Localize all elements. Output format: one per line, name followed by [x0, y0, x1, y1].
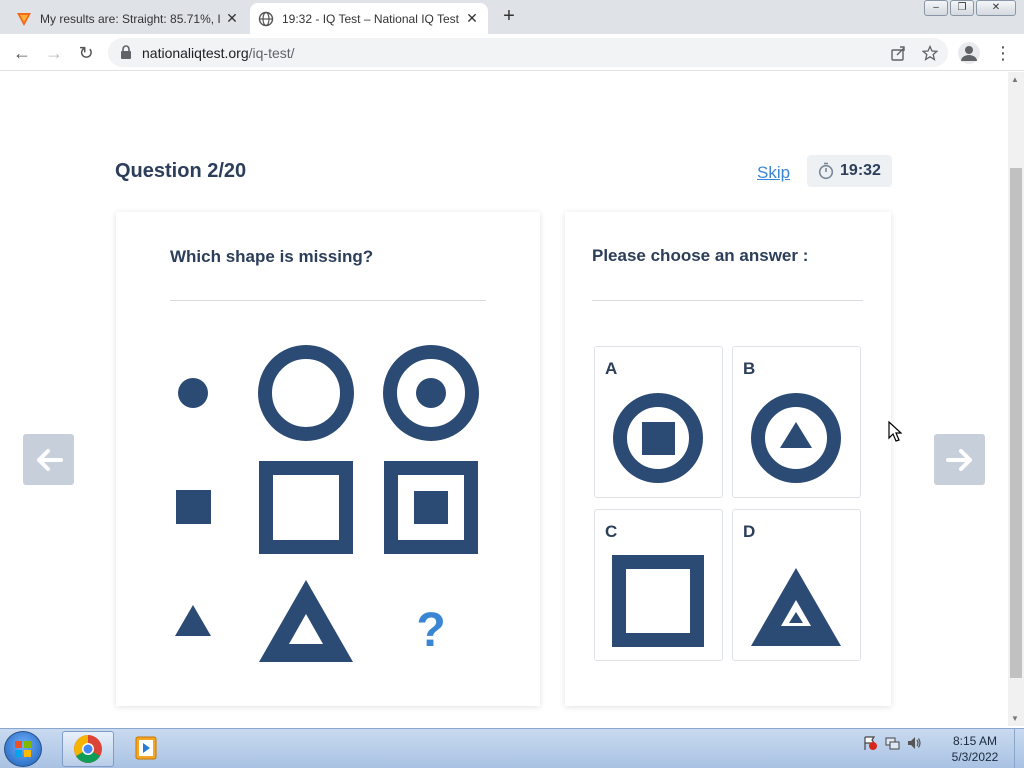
previous-question-button[interactable]	[23, 434, 74, 485]
browser-menu-icon[interactable]: ⋮	[994, 41, 1012, 65]
scroll-down-icon[interactable]: ▼	[1011, 714, 1019, 723]
puzzle-inner-square	[414, 491, 448, 524]
puzzle-small-dot	[178, 378, 208, 408]
square-outline-shape	[612, 555, 704, 647]
timer: 19:32	[807, 155, 892, 187]
share-icon[interactable]	[890, 45, 906, 61]
url-text: nationaliqtest.org/iq-test/	[142, 45, 295, 61]
volume-icon[interactable]	[906, 735, 922, 751]
bookmark-star-icon[interactable]	[922, 45, 938, 61]
puzzle-square-outline	[259, 461, 353, 554]
lock-icon	[121, 45, 131, 59]
mouse-cursor-icon	[888, 421, 902, 442]
url-path: /iq-test/	[248, 45, 295, 61]
close-tab-icon[interactable]: ✕	[464, 10, 480, 27]
new-tab-button[interactable]: +	[498, 6, 520, 28]
scrollbar-thumb[interactable]	[1010, 168, 1022, 678]
answer-letter: D	[743, 522, 756, 541]
ring-with-square-shape	[613, 393, 703, 483]
forward-arrow-icon[interactable]: →	[42, 41, 66, 65]
show-desktop-button[interactable]	[1014, 729, 1024, 768]
chrome-icon	[74, 735, 102, 763]
divider	[592, 300, 863, 301]
question-counter: Question 2/20	[115, 160, 247, 182]
minimize-button[interactable]: –	[924, 0, 948, 16]
puzzle-ring	[258, 345, 354, 441]
triangle-in-triangle-shape	[751, 568, 841, 646]
clock-time: 8:15 AM	[952, 734, 998, 748]
skip-link[interactable]: Skip	[757, 163, 790, 183]
taskbar-clock[interactable]: 8:15 AM 5/3/2022	[942, 733, 1008, 765]
tab-strip: My results are: Straight: 85.71%, I ✕ 19…	[0, 0, 1024, 34]
profile-avatar-icon[interactable]	[958, 42, 980, 64]
network-icon[interactable]	[884, 735, 900, 751]
address-bar[interactable]: nationaliqtest.org/iq-test/	[108, 38, 948, 67]
answer-option-a[interactable]: A	[594, 346, 723, 498]
brave-lion-icon	[17, 12, 31, 26]
next-question-button[interactable]	[934, 434, 985, 485]
answer-letter: A	[605, 359, 618, 378]
tab-title: 19:32 - IQ Test – National IQ Test	[282, 11, 459, 26]
windows-logo-icon	[15, 741, 31, 757]
start-button[interactable]	[4, 731, 42, 767]
tab-iq-test[interactable]: 19:32 - IQ Test – National IQ Test ✕	[250, 3, 488, 34]
answer-letter: B	[743, 359, 756, 378]
stopwatch-icon	[818, 162, 834, 180]
reload-icon[interactable]: ↻	[74, 41, 98, 65]
system-tray	[862, 735, 922, 751]
arrow-right-icon	[945, 448, 972, 471]
arrow-left-icon	[36, 448, 63, 471]
taskbar-chrome[interactable]	[62, 731, 114, 767]
window-controls: – ❐ ✕	[924, 0, 1016, 16]
answer-option-b[interactable]: B	[732, 346, 861, 498]
browser-toolbar: ← → ↻ nationaliqtest.org/iq-test/ ⋮	[0, 34, 1024, 71]
tab-title: My results are: Straight: 85.71%, I	[40, 11, 221, 26]
missing-question-mark: ?	[416, 604, 445, 657]
puzzle-small-triangle	[175, 605, 211, 636]
close-tab-icon[interactable]: ✕	[224, 10, 240, 27]
answers-card: Please choose an answer : A B C D	[565, 212, 891, 706]
close-window-button[interactable]: ✕	[976, 0, 1016, 16]
scroll-up-icon[interactable]: ▲	[1011, 75, 1019, 84]
answer-option-c[interactable]: C	[594, 509, 723, 661]
answer-letter: C	[605, 522, 618, 541]
puzzle-grid: ?	[175, 345, 479, 662]
tab-results[interactable]: My results are: Straight: 85.71%, I ✕	[8, 3, 248, 34]
ring-with-triangle-shape	[751, 393, 841, 483]
clock-date: 5/3/2022	[951, 750, 999, 764]
puzzle-inner-dot	[416, 378, 446, 408]
answer-prompt: Please choose an answer :	[592, 246, 809, 265]
page-scrollbar[interactable]: ▲ ▼	[1008, 72, 1024, 726]
answer-option-d[interactable]: D	[732, 509, 861, 661]
taskbar-media-player[interactable]	[120, 731, 172, 767]
back-arrow-icon[interactable]: ←	[10, 41, 34, 65]
restore-button[interactable]: ❐	[950, 0, 974, 16]
url-domain: nationaliqtest.org	[142, 45, 249, 61]
puzzle-small-square	[176, 490, 211, 524]
taskbar: 8:15 AM 5/3/2022	[0, 728, 1024, 768]
timer-value: 19:32	[840, 162, 881, 179]
globe-icon	[258, 11, 274, 26]
action-center-flag-icon[interactable]	[862, 735, 878, 751]
media-player-icon	[135, 736, 157, 760]
page-content: Question 2/20 Skip 19:32 Which shape is …	[0, 72, 1008, 726]
puzzle-card: Which shape is missing? ?	[116, 212, 540, 706]
